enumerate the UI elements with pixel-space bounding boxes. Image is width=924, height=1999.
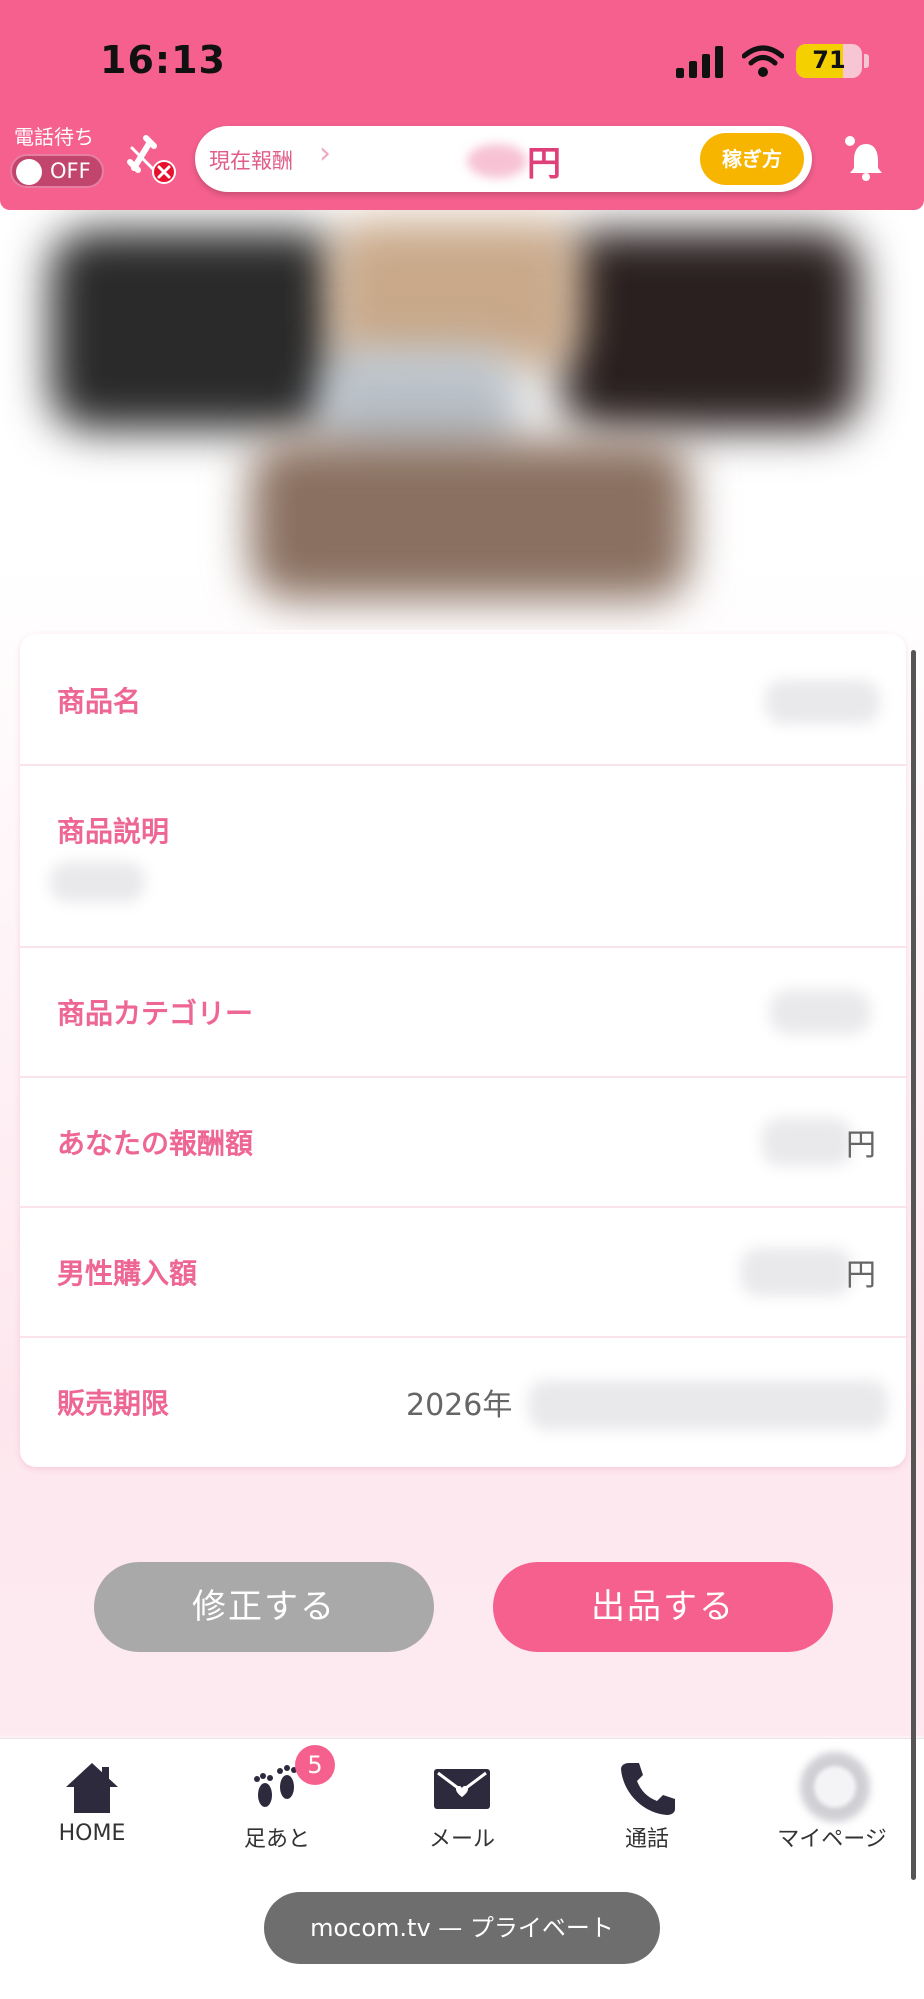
value-redacted	[765, 680, 880, 724]
call-wait-label: 電話待ち	[14, 125, 94, 149]
row-label: 男性購入額	[57, 1257, 198, 1290]
battery-cap	[864, 54, 869, 68]
earnings-label: 現在報酬	[209, 149, 293, 173]
tab-label: メール	[428, 1827, 495, 1852]
list-item-button[interactable]: 出品する	[493, 1562, 833, 1652]
battery-percent: 71	[812, 46, 846, 74]
how-to-earn-button[interactable]: 稼ぎ方	[700, 133, 804, 185]
status-bar: 16:13 71	[0, 0, 924, 118]
image-blob	[250, 440, 690, 600]
toggle-state-label: OFF	[50, 159, 91, 183]
value-redacted	[740, 1248, 852, 1296]
edit-button[interactable]: 修正する	[94, 1562, 434, 1652]
value-redacted	[50, 862, 145, 902]
call-wait-toggle[interactable]: OFF	[10, 154, 104, 188]
app-header: 電話待ち OFF 現在報酬 › 円 稼ぎ方	[0, 118, 924, 210]
chevron-right-icon: ›	[319, 136, 331, 171]
row-male-purchase-price: 男性購入額 円	[20, 1206, 906, 1338]
battery-indicator: 71	[796, 44, 862, 78]
avatar-highlight	[814, 1766, 856, 1808]
value-redacted	[770, 990, 870, 1034]
tab-label: マイページ	[777, 1827, 887, 1852]
product-image-redacted	[0, 210, 924, 630]
tab-home[interactable]: HOME	[22, 1739, 162, 1859]
wifi-icon	[742, 45, 784, 77]
home-icon	[66, 1763, 118, 1813]
row-your-reward: あなたの報酬額 円	[20, 1076, 906, 1208]
row-sale-deadline: 販売期限 2026年	[20, 1336, 906, 1467]
mail-icon	[434, 1769, 490, 1809]
tab-mail[interactable]: メール	[392, 1739, 532, 1859]
phone-off-icon[interactable]	[120, 128, 180, 188]
value-redacted	[762, 1118, 852, 1166]
scrollbar[interactable]	[911, 650, 916, 1880]
row-label: 商品カテゴリー	[57, 997, 254, 1030]
row-label: 販売期限	[57, 1387, 170, 1420]
product-detail-card: 商品名 商品説明 商品カテゴリー あなたの報酬額 円 男性購入額 円 販売期限 …	[20, 634, 906, 1467]
cellular-signal-icon	[676, 46, 723, 78]
image-blob	[560, 230, 860, 430]
footprints-badge: 5	[295, 1745, 335, 1785]
row-product-name: 商品名	[20, 634, 906, 766]
row-label: 商品名	[57, 685, 142, 718]
image-blob	[50, 230, 340, 430]
phone-icon	[621, 1763, 675, 1815]
earnings-unit: 円	[527, 144, 561, 184]
row-label: あなたの報酬額	[57, 1127, 254, 1160]
earnings-bar[interactable]: 現在報酬 › 円 稼ぎ方	[195, 126, 812, 192]
tab-call[interactable]: 通話	[577, 1739, 717, 1859]
browser-url-pill[interactable]: mocom.tv — プライベート	[264, 1892, 660, 1964]
row-label: 商品説明	[57, 815, 170, 848]
toggle-knob	[16, 159, 42, 185]
bottom-tab-bar: HOME 足あと メール 通話 マイページ	[0, 1738, 924, 1899]
row-product-description: 商品説明	[20, 764, 906, 948]
deadline-value: 2026年	[406, 1388, 513, 1423]
value-redacted	[528, 1380, 888, 1430]
status-time: 16:13	[100, 38, 226, 82]
bell-icon[interactable]	[846, 138, 886, 182]
reward-unit: 円	[846, 1128, 876, 1163]
tab-label: HOME	[58, 1821, 126, 1846]
price-unit: 円	[846, 1258, 876, 1293]
tab-label: 足あと	[243, 1827, 310, 1852]
image-blob	[330, 220, 580, 370]
row-product-category: 商品カテゴリー	[20, 946, 906, 1078]
tab-label: 通話	[624, 1827, 669, 1852]
earnings-amount-redacted	[467, 144, 527, 178]
